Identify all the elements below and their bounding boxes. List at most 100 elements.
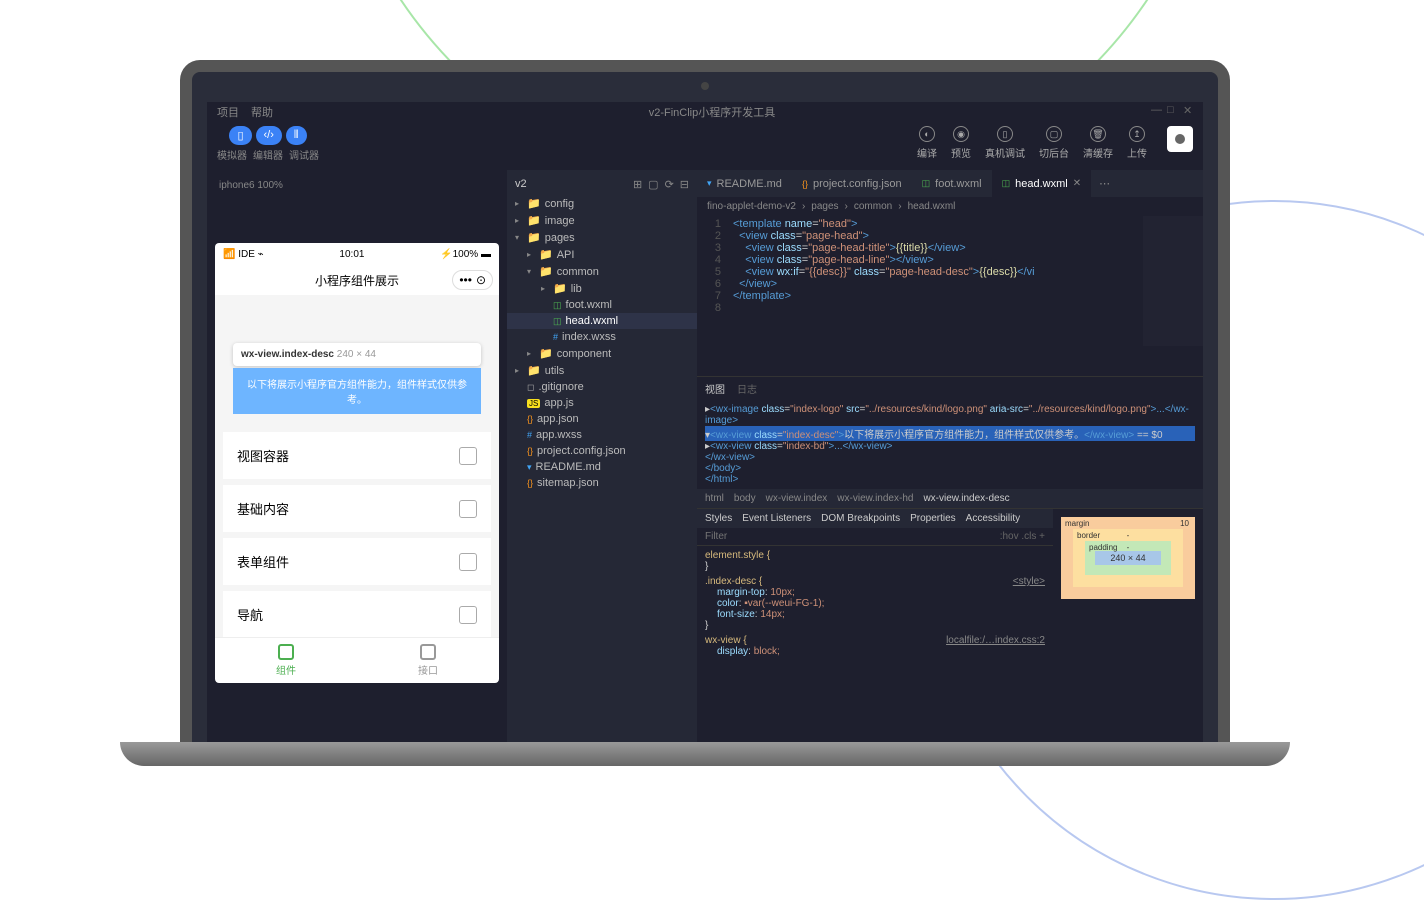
- editor-tab[interactable]: ◫foot.wxml: [912, 170, 992, 197]
- styles-body[interactable]: element.style {} <style> .index-desc { m…: [697, 546, 1053, 742]
- folder-item[interactable]: ▸📁utils: [507, 362, 697, 379]
- crumb-item[interactable]: html: [705, 493, 724, 504]
- editor-toggle[interactable]: ‹/›: [256, 126, 282, 145]
- crumb-item[interactable]: wx-view.index-desc: [923, 493, 1009, 504]
- element-node[interactable]: </wx-view>: [705, 452, 1195, 463]
- new-file-icon[interactable]: ⊞: [633, 178, 642, 191]
- box-model: margin 10 border - padding - 240 × 4: [1053, 509, 1203, 742]
- crumb-item[interactable]: body: [734, 493, 756, 504]
- avatar[interactable]: [1167, 126, 1193, 152]
- file-item[interactable]: {}sitemap.json: [507, 475, 697, 491]
- editor-tab[interactable]: ▾README.md: [697, 170, 792, 197]
- capsule-button[interactable]: •••⊙: [452, 270, 493, 290]
- hov-toggle[interactable]: :hov: [1000, 531, 1019, 542]
- styles-tabs: Styles Event Listeners DOM Breakpoints Prop…: [697, 509, 1053, 528]
- folder-item[interactable]: ▸📁component: [507, 345, 697, 362]
- close-icon[interactable]: ✕: [1183, 104, 1193, 114]
- compile-button[interactable]: ◐编译: [917, 126, 937, 160]
- element-node[interactable]: </body>: [705, 463, 1195, 474]
- styles-tab[interactable]: Styles: [705, 513, 732, 524]
- file-item[interactable]: JSapp.js: [507, 395, 697, 411]
- breadcrumb-item[interactable]: head.wxml: [908, 201, 956, 212]
- menu-project[interactable]: 项目: [217, 104, 239, 120]
- folder-item[interactable]: ▸📁config: [507, 195, 697, 212]
- trash-icon: 🗑: [1090, 126, 1106, 142]
- upload-button[interactable]: ↥上传: [1127, 126, 1147, 160]
- components-tab[interactable]: 组件: [215, 638, 357, 683]
- refresh-icon[interactable]: ⟳: [665, 178, 674, 191]
- editor-tab[interactable]: ◫head.wxml✕: [992, 170, 1091, 197]
- dev-tab-view[interactable]: 视图: [705, 381, 725, 396]
- item-icon: [459, 500, 477, 518]
- wxss-file-icon: #: [527, 430, 532, 440]
- element-node[interactable]: </html>: [705, 474, 1195, 485]
- remote-button[interactable]: ▯真机调试: [985, 126, 1025, 160]
- cache-button[interactable]: 🗑清缓存: [1083, 126, 1113, 160]
- dev-tab-log[interactable]: 日志: [737, 381, 757, 396]
- breadcrumb-item[interactable]: pages: [811, 201, 838, 212]
- folder-item[interactable]: ▸📁API: [507, 246, 697, 263]
- breadcrumb-item[interactable]: common: [854, 201, 892, 212]
- editor-tab[interactable]: {}project.config.json: [792, 170, 912, 197]
- file-item[interactable]: #index.wxss: [507, 329, 697, 345]
- add-rule-icon[interactable]: +: [1039, 531, 1045, 542]
- breadcrumb: fino-applet-demo-v2 › pages › common › h…: [697, 197, 1203, 216]
- styles-tab[interactable]: Accessibility: [966, 513, 1020, 524]
- code-editor[interactable]: 1<template name="head">2 <view class="pa…: [697, 216, 1203, 316]
- list-item[interactable]: 视图容器: [223, 432, 491, 479]
- item-icon: [459, 606, 477, 624]
- item-icon: [459, 447, 477, 465]
- bg-button[interactable]: ▢切后台: [1039, 126, 1069, 160]
- camera-notch: [701, 82, 709, 90]
- api-icon: [420, 644, 436, 660]
- close-tab-icon[interactable]: ✕: [1073, 178, 1081, 189]
- collapse-icon[interactable]: ⊟: [680, 178, 689, 191]
- file-item[interactable]: {}project.config.json: [507, 443, 697, 459]
- debug-toggle[interactable]: ⫴: [286, 126, 307, 145]
- folder-icon: 📁: [527, 197, 541, 210]
- json-file-icon: {}: [527, 414, 533, 424]
- element-node[interactable]: ▸<wx-view class="index-bd">...</wx-view>: [705, 441, 1195, 452]
- file-item[interactable]: ◫head.wxml: [507, 313, 697, 329]
- api-tab[interactable]: 接口: [357, 638, 499, 683]
- styles-tab[interactable]: Properties: [910, 513, 956, 524]
- file-item[interactable]: {}app.json: [507, 411, 697, 427]
- styles-tab[interactable]: Event Listeners: [742, 513, 811, 524]
- list-item[interactable]: 表单组件: [223, 538, 491, 585]
- minimize-icon[interactable]: —: [1151, 104, 1161, 114]
- menu-help[interactable]: 帮助: [251, 104, 273, 120]
- element-node[interactable]: ▸<wx-image class="index-logo" src="../re…: [705, 404, 1195, 426]
- line-number: 7: [697, 290, 733, 302]
- tabs-more-icon[interactable]: ⋯: [1091, 170, 1118, 197]
- sim-toggle[interactable]: ▯: [229, 126, 251, 145]
- styles-filter[interactable]: [705, 531, 1000, 542]
- file-item[interactable]: ▾README.md: [507, 459, 697, 475]
- project-root[interactable]: v2: [515, 178, 527, 191]
- styles-tab[interactable]: DOM Breakpoints: [821, 513, 900, 524]
- source-link[interactable]: <style>: [1013, 576, 1045, 587]
- cls-toggle[interactable]: .cls: [1021, 531, 1036, 542]
- element-node[interactable]: ▾<wx-view class="index-desc">以下将展示小程序官方组…: [705, 426, 1195, 441]
- new-folder-icon[interactable]: ▢: [648, 178, 658, 191]
- crumb-item[interactable]: wx-view.index: [766, 493, 828, 504]
- ide-window: 项目 帮助 v2-FinClip小程序开发工具 — □ ✕ ▯ ‹/› ⫴: [207, 102, 1203, 742]
- selected-element[interactable]: 以下将展示小程序官方组件能力，组件样式仅供参考。: [233, 368, 481, 414]
- breadcrumb-item[interactable]: fino-applet-demo-v2: [707, 201, 796, 212]
- toolbar: ▯ ‹/› ⫴ 模拟器 编辑器 调试器 ◐编译 ◉预览 ▯真机调试 ▢切后台: [207, 122, 1203, 170]
- file-item[interactable]: #app.wxss: [507, 427, 697, 443]
- folder-item[interactable]: ▾📁pages: [507, 229, 697, 246]
- elements-panel[interactable]: ▸<wx-image class="index-logo" src="../re…: [697, 400, 1203, 489]
- folder-item[interactable]: ▸📁lib: [507, 280, 697, 297]
- minimap[interactable]: [1143, 216, 1203, 346]
- file-item[interactable]: ◻.gitignore: [507, 379, 697, 395]
- source-link[interactable]: localfile:/…index.css:2: [946, 635, 1045, 646]
- list-item[interactable]: 导航: [223, 591, 491, 637]
- list-item[interactable]: 基础内容: [223, 485, 491, 532]
- maximize-icon[interactable]: □: [1167, 104, 1177, 114]
- crumb-item[interactable]: wx-view.index-hd: [837, 493, 913, 504]
- folder-item[interactable]: ▾📁common: [507, 263, 697, 280]
- folder-item[interactable]: ▸📁image: [507, 212, 697, 229]
- file-item[interactable]: ◫foot.wxml: [507, 297, 697, 313]
- preview-button[interactable]: ◉预览: [951, 126, 971, 160]
- upload-icon: ↥: [1129, 126, 1145, 142]
